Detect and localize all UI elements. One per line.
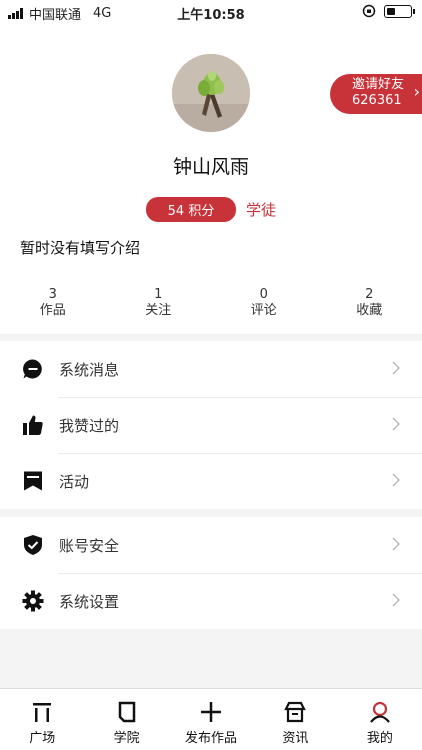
tab-news[interactable]: 资讯 — [253, 689, 337, 750]
clock: 上午10:58 — [177, 8, 245, 23]
tab-label: 我的 — [366, 731, 393, 746]
stat-count: 2 — [365, 287, 374, 302]
status-bar: 中国联通 4G 上午10:58 — [0, 0, 422, 24]
orientation-lock-icon — [362, 4, 376, 18]
invite-label: 邀请好友 — [352, 77, 405, 92]
stat-label: 评论 — [250, 303, 277, 318]
menu-label: 我赞过的 — [59, 416, 120, 435]
tab-plaza[interactable]: 广场 — [0, 689, 84, 750]
stat-count: 3 — [48, 287, 57, 302]
invite-code: 626361 — [352, 93, 402, 108]
thumbs-up-icon — [21, 413, 45, 437]
shield-check-icon — [21, 533, 45, 557]
chevron-right-icon — [392, 361, 400, 375]
menu-label: 账号安全 — [59, 536, 120, 555]
tab-label: 发布作品 — [185, 731, 238, 746]
chevron-right-icon — [392, 417, 400, 431]
menu-item-activities[interactable]: 活动 — [0, 453, 422, 509]
store-icon — [284, 701, 307, 723]
menu-label: 活动 — [59, 472, 90, 491]
chevron-right-icon: › — [413, 82, 420, 101]
message-icon — [21, 357, 45, 381]
tab-label: 学院 — [113, 731, 140, 746]
flag-icon — [21, 469, 45, 493]
stat-comments[interactable]: 0 评论 — [211, 287, 317, 319]
stat-count: 1 — [154, 287, 163, 302]
menu-item-liked[interactable]: 我赞过的 — [0, 397, 422, 453]
menu-label: 系统设置 — [59, 592, 120, 611]
person-icon — [369, 701, 390, 723]
tab-label: 资讯 — [282, 731, 309, 746]
menu-item-system-settings[interactable]: 系统设置 — [0, 573, 422, 629]
avatar[interactable] — [172, 54, 250, 132]
badges: 54 积分 学徒 — [0, 197, 422, 222]
stat-count: 0 — [259, 287, 268, 302]
tab-academy[interactable]: 学院 — [84, 689, 168, 750]
points-badge[interactable]: 54 积分 — [145, 197, 236, 222]
status-right — [362, 4, 415, 18]
menu-label: 系统消息 — [59, 360, 120, 379]
avatar-image — [172, 54, 250, 132]
stat-following[interactable]: 1 关注 — [106, 287, 212, 319]
chevron-right-icon — [392, 593, 400, 607]
menu-item-system-messages[interactable]: 系统消息 — [0, 341, 422, 397]
chevron-right-icon — [392, 473, 400, 487]
stat-works[interactable]: 3 作品 — [0, 287, 106, 319]
menu-group-main: 系统消息 我赞过的 活动 — [0, 341, 422, 509]
menu-item-account-security[interactable]: 账号安全 — [0, 517, 422, 573]
stat-favorites[interactable]: 2 收藏 — [317, 287, 422, 319]
tab-label: 广场 — [29, 731, 56, 746]
stat-label: 关注 — [145, 303, 172, 318]
bottom-tab-bar: 广场 学院 发布作品 资讯 我的 — [0, 688, 422, 750]
intro-text: 暂时没有填写介绍 — [20, 239, 141, 257]
tab-publish[interactable]: 发布作品 — [169, 689, 253, 750]
plus-icon — [201, 702, 222, 722]
invite-friends-button[interactable]: 邀请好友 626361 › — [330, 74, 422, 114]
stat-label: 作品 — [39, 303, 66, 318]
battery-fill — [387, 7, 395, 15]
stat-label: 收藏 — [356, 303, 383, 318]
gear-icon — [21, 589, 45, 613]
stats-row: 3 作品 1 关注 0 评论 2 收藏 — [0, 287, 422, 319]
menu-group-settings: 账号安全 系统设置 — [0, 517, 422, 629]
plaza-icon — [33, 703, 52, 722]
battery-icon — [384, 4, 415, 18]
tab-mine[interactable]: 我的 — [338, 689, 422, 750]
nickname: 钟山风雨 — [172, 156, 249, 178]
book-icon — [118, 701, 135, 723]
level-label: 学徒 — [245, 201, 276, 219]
profile-section: 邀请好友 626361 › 钟山风雨 54 积分 学徒 暂时没有填写介绍 3 作… — [0, 24, 422, 334]
chevron-right-icon — [392, 537, 400, 551]
